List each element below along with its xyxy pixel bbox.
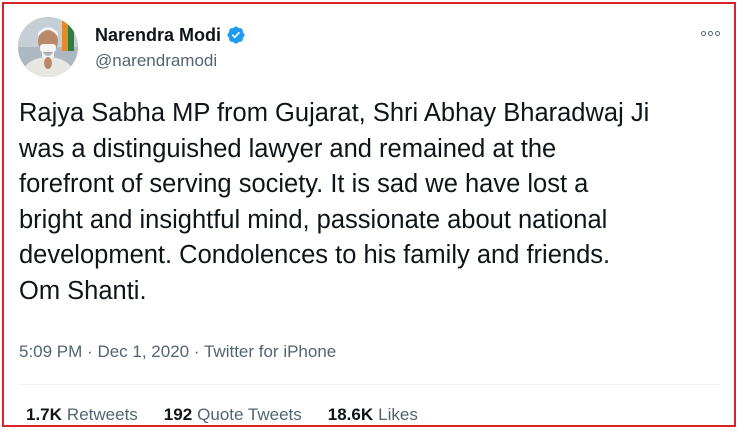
tweet-date[interactable]: Dec 1, 2020 (97, 342, 189, 361)
meta-separator: · (87, 342, 93, 361)
likes-label: Likes (378, 405, 418, 424)
tweet-card: Narendra Modi @narendramodi Rajya Sabha … (2, 2, 736, 427)
more-dot (714, 30, 720, 36)
meta-separator: · (193, 342, 200, 361)
more-dot (700, 30, 706, 36)
divider (18, 384, 720, 385)
quote-tweets-label: Quote Tweets (197, 405, 302, 424)
author-name-row[interactable]: Narendra Modi (95, 24, 246, 46)
more-options-icon[interactable] (698, 26, 722, 40)
verified-badge-icon (226, 25, 246, 45)
quote-tweets-stat[interactable]: 192 Quote Tweets (164, 405, 302, 425)
tweet-meta: 5:09 PM · Dec 1, 2020 · Twitter for iPho… (19, 342, 336, 362)
retweets-stat[interactable]: 1.7K Retweets (26, 405, 138, 425)
tweet-source[interactable]: Twitter for iPhone (204, 342, 336, 361)
quote-tweets-count: 192 (163, 405, 193, 424)
avatar[interactable] (18, 17, 78, 77)
retweets-label: Retweets (66, 405, 138, 424)
avatar-image (18, 17, 78, 77)
engagement-stats: 1.7K Retweets 192 Quote Tweets 18.6K Lik… (26, 405, 418, 425)
user-handle[interactable]: @narendramodi (95, 51, 217, 71)
more-dot (707, 30, 713, 36)
likes-count: 18.6K (327, 405, 374, 424)
tweet-text: Rajya Sabha MP from Gujarat, Shri Abhay … (19, 99, 650, 305)
retweets-count: 1.7K (26, 405, 62, 424)
display-name[interactable]: Narendra Modi (95, 24, 221, 46)
likes-stat[interactable]: 18.6K Likes (328, 405, 418, 425)
tweet-time[interactable]: 5:09 PM (19, 342, 82, 361)
